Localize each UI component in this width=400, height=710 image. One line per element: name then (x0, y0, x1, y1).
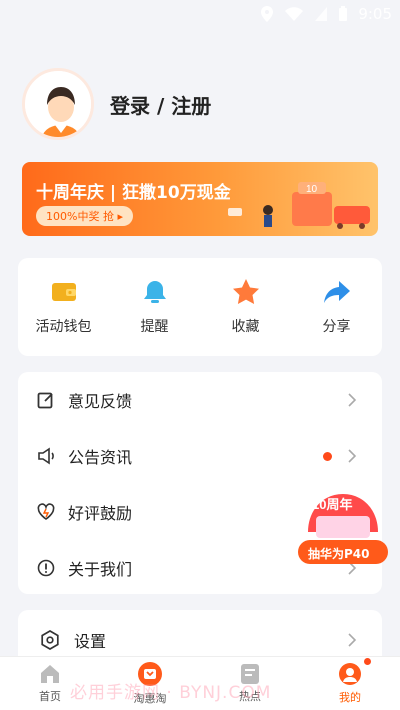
status-time: 9:05 (358, 5, 392, 23)
floating-promo-badge[interactable]: 10周年 抽华为P40 (294, 488, 392, 568)
quick-actions-card: 活动钱包 提醒 收藏 分享 (18, 258, 382, 356)
tab-badge (364, 658, 371, 665)
status-bar: 9:05 (0, 0, 400, 28)
banner-cta[interactable]: 100%中奖 抢 ▸ (36, 206, 133, 226)
document-icon (241, 664, 259, 684)
star-icon (232, 279, 259, 304)
user-avatar-icon (25, 71, 91, 137)
info-icon (37, 559, 55, 577)
chevron-right-icon (348, 633, 357, 647)
chevron-right-icon (348, 449, 357, 463)
profile-header[interactable]: 登录 / 注册 (22, 68, 211, 140)
anniversary-banner[interactable]: 十周年庆 | 狂撒10万现金 100%中奖 抢 ▸ 10 (22, 162, 378, 236)
tab-taohuitao[interactable]: 淘惠淘 (115, 661, 185, 706)
menu-item-feedback[interactable]: 意见反馈 (18, 372, 382, 428)
tab-hot[interactable]: 热点 (215, 663, 285, 704)
wallet-icon (51, 283, 76, 301)
mine-icon (339, 663, 361, 685)
home-icon (41, 665, 59, 683)
speaker-icon (38, 447, 54, 465)
banner-title: 十周年庆 | 狂撒10万现金 (36, 183, 231, 203)
share-icon (323, 281, 350, 303)
quick-action-favorites[interactable]: 收藏 (206, 278, 286, 336)
wifi-icon (285, 7, 304, 21)
battery-icon (339, 6, 348, 21)
svg-text:10: 10 (306, 184, 318, 195)
heart-icon (37, 503, 55, 520)
tab-mine[interactable]: 我的 (315, 658, 385, 705)
tab-home[interactable]: 首页 (15, 663, 85, 704)
signal-icon (315, 7, 328, 21)
banner-illustration: 10 (228, 182, 370, 229)
login-register-link[interactable]: 登录 / 注册 (110, 90, 211, 119)
location-icon (261, 6, 274, 22)
settings-icon (41, 630, 59, 650)
chevron-right-icon (348, 393, 357, 407)
unread-badge (323, 452, 332, 461)
quick-action-share[interactable]: 分享 (297, 278, 377, 336)
avatar[interactable] (22, 68, 94, 140)
promo-title: 10周年 (312, 497, 353, 512)
bottom-tab-bar: 首页 淘惠淘 热点 我的 (0, 656, 400, 710)
menu-item-announcements[interactable]: 公告资讯 (18, 428, 382, 484)
bell-icon (143, 281, 166, 303)
promo-cta: 抽华为P40 (308, 547, 370, 561)
quick-action-wallet[interactable]: 活动钱包 (24, 278, 104, 336)
taohuitao-icon (138, 662, 162, 686)
feedback-icon (37, 392, 53, 409)
quick-action-reminder[interactable]: 提醒 (115, 278, 195, 336)
